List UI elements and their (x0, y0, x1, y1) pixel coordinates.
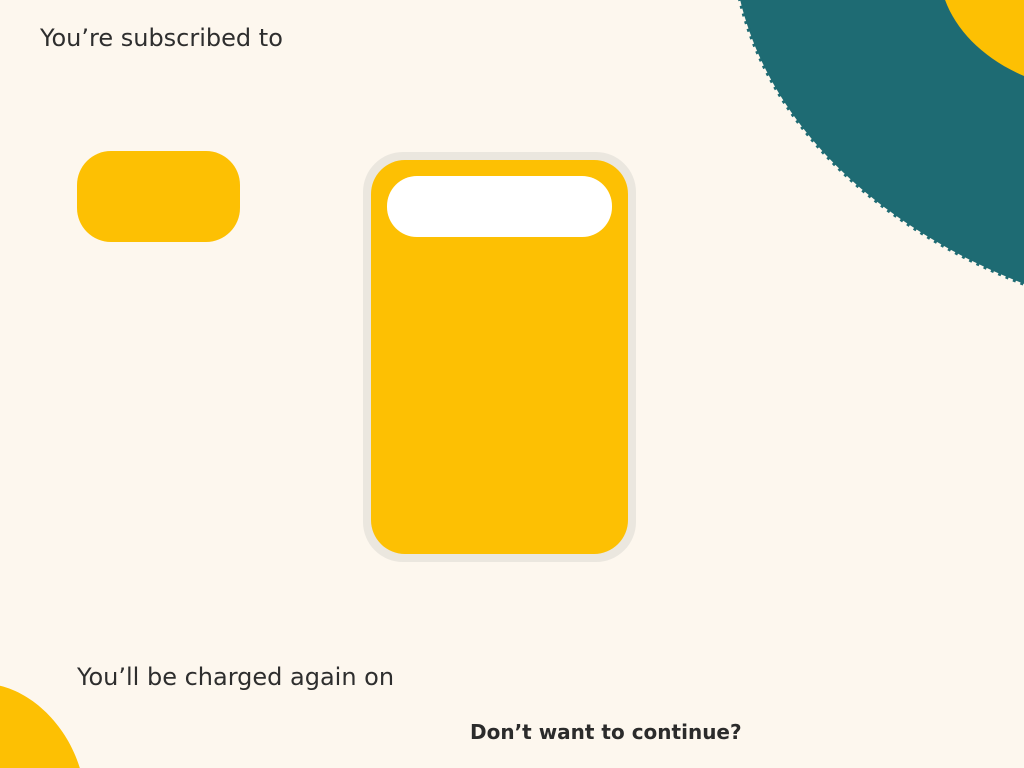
plan-card (363, 152, 636, 562)
subscription-page: You’re subscribed to You’ll be charged a… (0, 0, 1024, 768)
cancel-subscription-link[interactable]: Don’t want to continue? (470, 718, 742, 746)
plan-card-label-pill (387, 176, 612, 237)
plan-card-body (371, 160, 628, 554)
next-charge-text: You’ll be charged again on (77, 663, 395, 691)
decorative-teal-ring-shape (738, 0, 1024, 286)
plan-badge (77, 151, 240, 242)
subscribed-heading: You’re subscribed to (40, 24, 283, 52)
